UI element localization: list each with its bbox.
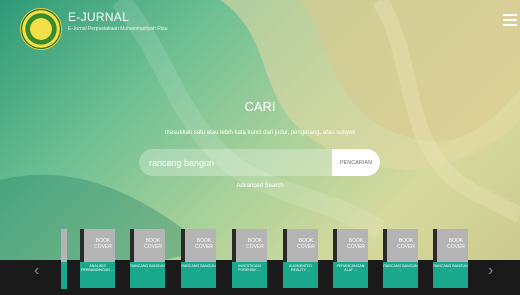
- site-subtitle: E-Jurnal Perpustakaan Muhammadiyah Riau: [68, 26, 168, 32]
- book-item[interactable]: BOOK COVER AUGMENTED REALITY ...: [283, 229, 318, 289]
- book-title: RANCANG BANGUN ...: [383, 262, 418, 288]
- book-cover: BOOK COVER: [181, 229, 216, 262]
- search-description: masukkan satu atau lebih kata kunci dari…: [164, 130, 356, 136]
- search-input[interactable]: rancang bangun: [139, 149, 332, 176]
- book-item[interactable]: BOOK COVER PERANCANGAN ALAT ...: [333, 229, 368, 289]
- book-item[interactable]: BOOK COVER RANCANG BANGUN ...: [383, 229, 418, 289]
- partial-book-cover: [61, 229, 67, 262]
- advanced-search-link[interactable]: Advanced Search: [0, 183, 520, 189]
- hamburger-menu-icon[interactable]: [503, 14, 517, 28]
- book-item[interactable]: BOOK COVER RANCANG BANGUN ...: [433, 229, 468, 289]
- book-title: RANCANG BANGUN ...: [433, 262, 468, 288]
- book-cover: BOOK COVER: [383, 229, 418, 262]
- book-item[interactable]: BOOK COVER ANALISIS PERBANDINGAN ...: [80, 229, 115, 289]
- site-title[interactable]: E-JURNAL: [68, 10, 129, 24]
- book-title: RANCANG BANGUN ...: [181, 262, 216, 288]
- book-title: PERANCANGAN ALAT ...: [333, 262, 368, 288]
- search-bar: rancang bangun PENCARIAN: [139, 149, 380, 176]
- university-seal-logo[interactable]: [20, 8, 62, 50]
- book-title: RANCANG BANGUN ...: [130, 262, 165, 288]
- book-cover: BOOK COVER: [333, 229, 368, 262]
- book-item[interactable]: BOOK COVER RANCANG BANGUN ...: [130, 229, 165, 289]
- book-title: AUGMENTED REALITY ...: [283, 262, 318, 288]
- book-cover: BOOK COVER: [283, 229, 318, 262]
- search-heading: CARI: [244, 99, 276, 114]
- chevron-right-icon[interactable]: ›: [488, 262, 493, 280]
- book-cover: BOOK COVER: [232, 229, 267, 262]
- book-cover: BOOK COVER: [80, 229, 115, 262]
- book-item[interactable]: BOOK COVER RANCANG BANGUN ...: [181, 229, 216, 289]
- chevron-left-icon[interactable]: ‹: [34, 262, 39, 280]
- book-cover: BOOK COVER: [130, 229, 165, 262]
- top-bar: E-JURNAL E-Jurnal Perpustakaan Muhammadi…: [0, 0, 520, 60]
- book-title: ANALISIS PERBANDINGAN ...: [80, 262, 115, 288]
- book-cover: BOOK COVER: [433, 229, 468, 262]
- book-item[interactable]: BOOK COVER INVESTIGASI FORENSIK ...: [232, 229, 267, 289]
- book-title: INVESTIGASI FORENSIK ...: [232, 262, 267, 288]
- search-button[interactable]: PENCARIAN: [332, 149, 380, 176]
